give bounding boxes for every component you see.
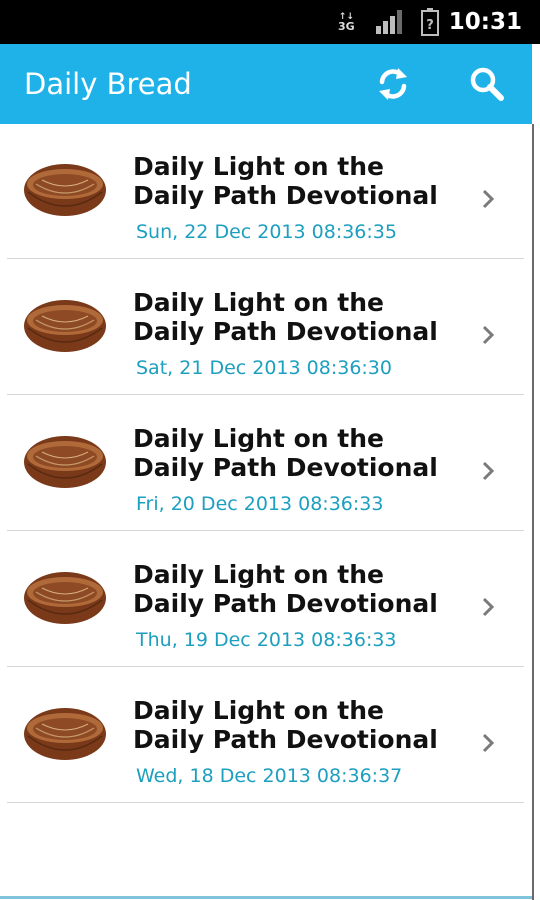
item-date: Fri, 20 Dec 2013 08:36:33 (136, 493, 384, 515)
divider (7, 666, 524, 667)
divider (7, 258, 524, 259)
network-3g-icon: ↑↓ 3G (338, 12, 355, 33)
chevron-right-icon (482, 461, 495, 481)
list-item[interactable]: Daily Light on the Daily Path Devotional… (0, 396, 532, 531)
status-bar: ↑↓ 3G ? 10:31 (0, 0, 540, 44)
chevron-right-icon (482, 189, 495, 209)
bowl-thumbnail-icon (24, 300, 106, 352)
item-title: Daily Light on the Daily Path Devotional (133, 696, 438, 754)
app-bar: Daily Bread (0, 44, 532, 124)
bowl-thumbnail-icon (24, 572, 106, 624)
refresh-button[interactable] (373, 64, 413, 104)
chevron-right-icon (482, 733, 495, 753)
divider (7, 530, 524, 531)
list-item[interactable]: Daily Light on the Daily Path Devotional… (0, 532, 532, 667)
list-item[interactable]: Daily Light on the Daily Path Devotional… (0, 124, 532, 259)
item-title: Daily Light on the Daily Path Devotional (133, 152, 438, 210)
app-title: Daily Bread (24, 67, 192, 101)
battery-icon: ? (421, 0, 441, 44)
bowl-thumbnail-icon (24, 436, 106, 488)
item-title: Daily Light on the Daily Path Devotional (133, 424, 438, 482)
chevron-right-icon (482, 325, 495, 345)
search-icon (470, 67, 504, 101)
item-date: Sun, 22 Dec 2013 08:36:35 (136, 221, 397, 243)
item-title: Daily Light on the Daily Path Devotional (133, 288, 438, 346)
svg-text:?: ? (426, 18, 434, 33)
status-time: 10:31 (448, 9, 522, 35)
bottom-edge (0, 896, 532, 899)
item-title: Daily Light on the Daily Path Devotional (133, 560, 438, 618)
bowl-thumbnail-icon (24, 708, 106, 760)
item-date: Sat, 21 Dec 2013 08:36:30 (136, 357, 392, 379)
list-item[interactable]: Daily Light on the Daily Path Devotional… (0, 260, 532, 395)
refresh-icon (379, 68, 407, 100)
scroll-edge (532, 124, 534, 900)
chevron-right-icon (482, 597, 495, 617)
item-date: Thu, 19 Dec 2013 08:36:33 (136, 629, 397, 651)
divider (7, 802, 524, 803)
divider (7, 394, 524, 395)
item-date: Wed, 18 Dec 2013 08:36:37 (136, 765, 403, 787)
list-item[interactable]: Daily Light on the Daily Path Devotional… (0, 668, 532, 803)
bowl-thumbnail-icon (24, 164, 106, 216)
signal-icon (376, 0, 404, 44)
search-button[interactable] (467, 64, 507, 104)
feed-list: Daily Light on the Daily Path Devotional… (0, 124, 532, 803)
